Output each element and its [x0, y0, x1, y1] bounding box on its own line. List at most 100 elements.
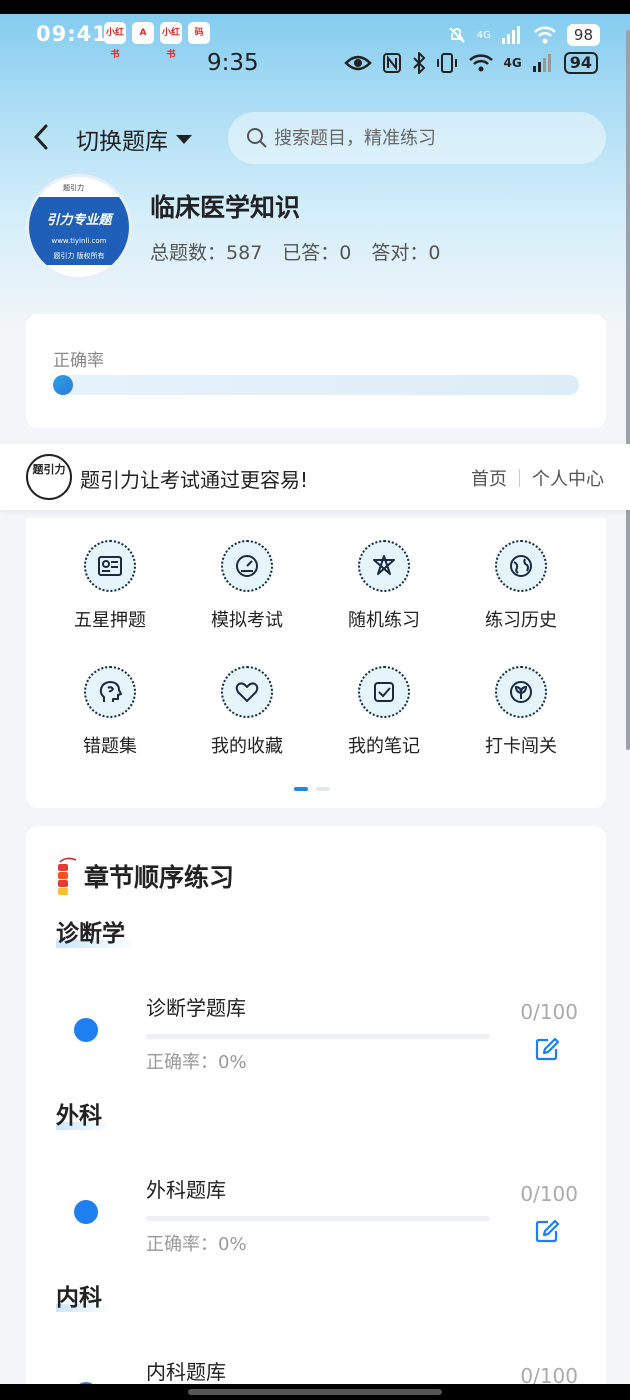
heart-icon: [221, 666, 273, 718]
vibrate-icon: [436, 53, 457, 73]
stat-total-value: 587: [226, 242, 263, 264]
chapter-title-text: 章节顺序练习: [84, 863, 235, 892]
tool-label: 我的收藏: [211, 736, 283, 757]
logo-brand-text: 题引力: [63, 184, 84, 192]
item-dot: [74, 1018, 98, 1042]
note-check-icon: [358, 666, 410, 718]
item-progress-bar: [146, 1034, 490, 1039]
id-card-icon: [84, 540, 136, 592]
xiaohongshu-icon: 小红书: [104, 22, 126, 60]
xiaohongshu-icon: 小红书: [160, 22, 182, 60]
home-indicator: [0, 1384, 630, 1400]
tool-label: 我的笔记: [348, 736, 420, 757]
switch-bank-dropdown[interactable]: 切换题库: [76, 122, 192, 156]
search-icon: [247, 128, 267, 148]
section-title-text: 诊断学: [56, 921, 125, 947]
pager-dot-active: [294, 787, 308, 791]
nfc-icon: [382, 53, 401, 73]
item-dot: [74, 1200, 98, 1224]
accuracy-label: 正确率: [53, 351, 104, 371]
promo-slogan: 题引力让考试通过更容易!: [80, 468, 309, 492]
tool-random-practice[interactable]: 随机练习: [324, 540, 444, 650]
code-app-icon: 码: [188, 22, 210, 44]
bluetooth-icon: [412, 52, 425, 74]
tool-label: 五星押题: [74, 610, 146, 631]
signal-icon: [532, 54, 551, 72]
section-title-text: 内科: [56, 1285, 102, 1311]
profile-link[interactable]: 个人中心: [532, 465, 604, 491]
chapter-item[interactable]: 外科题库 正确率：0% 0/100: [26, 1152, 606, 1262]
item-accuracy: 正确率：0%: [146, 1052, 247, 1073]
eye-icon: [343, 55, 372, 71]
logo-rights-text: 题引力 版权所有: [53, 252, 105, 260]
stat-total: 总题数：587: [150, 238, 262, 265]
tool-label: 随机练习: [348, 610, 420, 631]
sprout-icon: [495, 666, 547, 718]
notification-icons: 小红书 A 小红书 码: [104, 22, 210, 60]
system-time: 09:41: [36, 22, 108, 46]
wifi-icon: [468, 54, 493, 72]
tool-check-in[interactable]: 打卡闯关: [461, 666, 581, 776]
promo-logo: 题引力: [26, 454, 72, 500]
stat-correct: 答对：0: [371, 238, 440, 265]
firecracker-icon: [58, 857, 77, 895]
section-title: 内科: [56, 1278, 112, 1312]
globe-icon: [495, 540, 547, 592]
tool-practice-history[interactable]: 练习历史: [461, 540, 581, 650]
stat-answered-label: 已答：: [282, 242, 340, 264]
back-arrow-icon[interactable]: [28, 122, 54, 152]
section-title: 外科: [56, 1096, 112, 1130]
tool-label: 模拟考试: [211, 610, 283, 631]
bank-title: 临床医学知识: [150, 193, 301, 222]
tool-my-favorites[interactable]: 我的收藏: [187, 666, 307, 776]
item-name: 诊断学题库: [146, 996, 246, 1020]
tool-my-notes[interactable]: 我的笔记: [324, 666, 444, 776]
gauge-icon: [221, 540, 273, 592]
random-icon: [358, 540, 410, 592]
chapter-practice-card: 章节顺序练习 诊断学 诊断学题库 正确率：0% 0/100 外科 外科题库 正确…: [26, 826, 606, 1400]
pager-dot: [316, 787, 330, 791]
chapter-title: 章节顺序练习: [56, 856, 234, 896]
stat-correct-value: 0: [428, 242, 441, 264]
tool-mock-exam[interactable]: 模拟考试: [187, 540, 307, 650]
item-name: 外科题库: [146, 1178, 226, 1202]
tools-grid: 五星押题 模拟考试 随机练习 练习历史 错题集 我的收藏 我的笔记 打卡闯关: [26, 518, 606, 808]
bank-stats: 总题数：587 已答：0 答对：0: [150, 238, 441, 265]
stat-answered: 已答：0: [282, 238, 351, 265]
accuracy-progress-fill: [53, 375, 73, 395]
edit-icon[interactable]: [534, 1218, 560, 1244]
item-accuracy: 正确率：0%: [146, 1234, 247, 1255]
inner-status-bar: 9:35 4G 94: [0, 44, 630, 84]
tool-label: 错题集: [83, 736, 137, 757]
section-title-text: 外科: [56, 1103, 102, 1129]
battery-indicator: 94: [563, 52, 598, 74]
item-name: 内科题库: [146, 1360, 226, 1384]
search-bar[interactable]: [228, 112, 606, 164]
item-progress-bar: [146, 1216, 490, 1221]
item-progress-count: 0/100: [520, 1000, 578, 1024]
network-type: 4G: [503, 56, 522, 70]
system-top-strip: [0, 0, 630, 14]
wifi-icon: [534, 26, 556, 44]
accuracy-card: 正确率: [26, 314, 606, 428]
chapter-item[interactable]: 诊断学题库 正确率：0% 0/100: [26, 970, 606, 1080]
grid-pager[interactable]: [294, 787, 330, 791]
app-a-icon: A: [132, 22, 154, 44]
edit-icon[interactable]: [534, 1036, 560, 1062]
stat-answered-value: 0: [339, 242, 352, 264]
accuracy-progress-bar: [53, 375, 579, 395]
home-bar[interactable]: [188, 1389, 442, 1395]
tool-five-star[interactable]: 五星押题: [50, 540, 170, 650]
promo-links: 首页 个人中心: [471, 465, 604, 491]
network-type: 4G: [476, 29, 491, 41]
section-title: 诊断学: [56, 914, 136, 948]
tool-wrong-questions[interactable]: 错题集: [50, 666, 170, 776]
item-progress-count: 0/100: [520, 1182, 578, 1206]
search-input[interactable]: [274, 127, 574, 149]
home-link[interactable]: 首页: [471, 465, 507, 491]
inner-status-icons: 4G 94: [343, 52, 598, 74]
stat-total-label: 总题数：: [150, 242, 227, 264]
system-right-icons: 4G 98: [447, 24, 600, 46]
tool-label: 打卡闯关: [485, 736, 557, 757]
brain-icon: [84, 666, 136, 718]
